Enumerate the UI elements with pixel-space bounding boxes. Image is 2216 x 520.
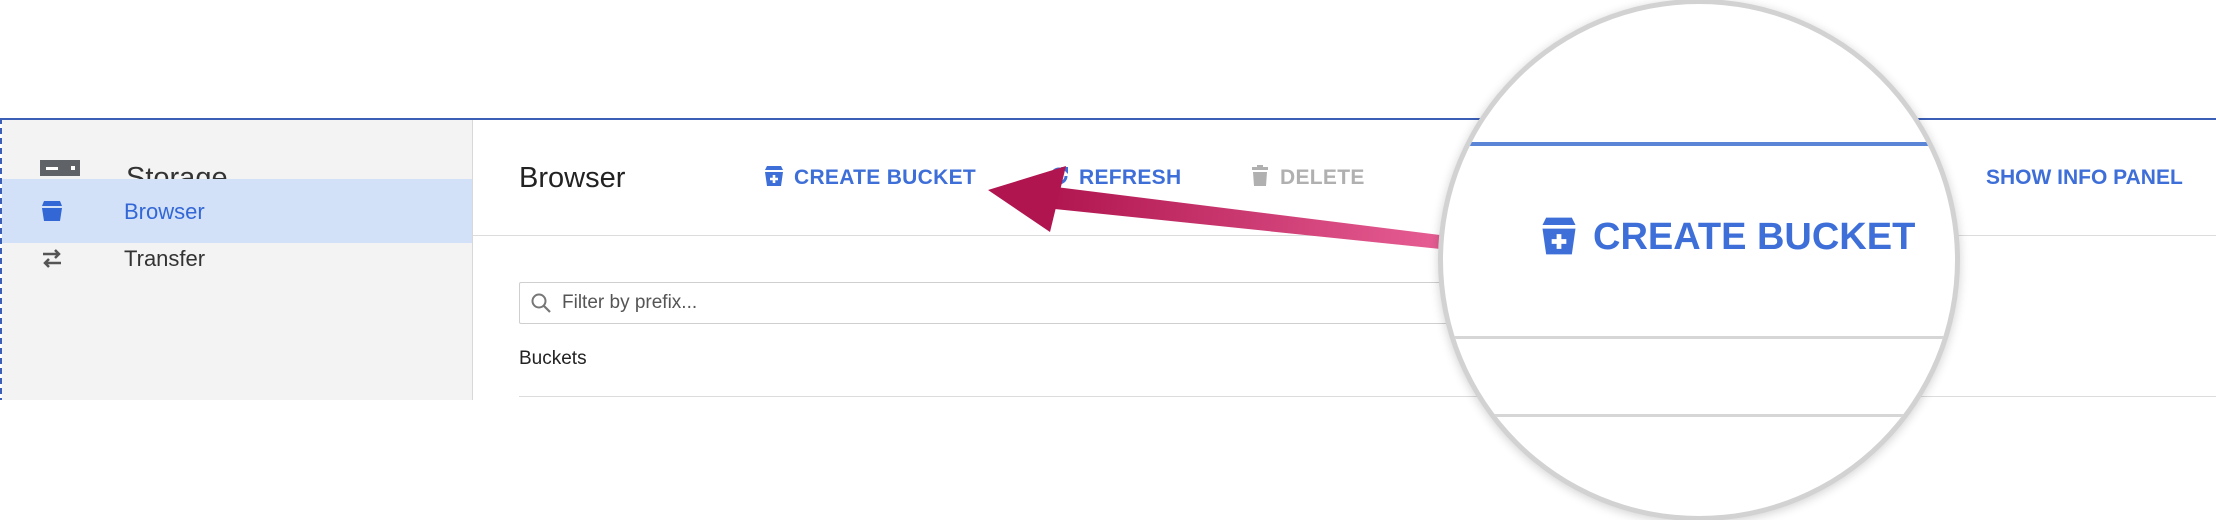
sidebar-item-label: Transfer bbox=[124, 246, 206, 271]
sidebar: Storage Browser Transfer bbox=[2, 120, 473, 400]
sidebar-item-transfer[interactable]: Transfer bbox=[2, 226, 472, 290]
transfer-icon bbox=[43, 249, 61, 268]
delete-label: DELETE bbox=[1280, 166, 1365, 189]
list-divider bbox=[519, 396, 2216, 397]
magnifier-callout: CREATE BUCKET bbox=[1443, 4, 1955, 516]
page-title: Browser bbox=[519, 162, 626, 194]
buckets-heading: Buckets bbox=[519, 348, 587, 369]
bucket-add-icon bbox=[765, 166, 783, 187]
magnifier-divider bbox=[1443, 414, 1955, 417]
delete-button[interactable]: DELETE bbox=[1248, 165, 1365, 190]
header-divider bbox=[473, 235, 2216, 236]
bucket-icon bbox=[42, 201, 62, 221]
magnifier-divider bbox=[1443, 336, 1955, 339]
refresh-label: REFRESH bbox=[1079, 166, 1182, 189]
refresh-button[interactable]: REFRESH bbox=[1047, 166, 1181, 190]
filter-input[interactable]: Filter by prefix... bbox=[519, 282, 1461, 324]
trash-icon bbox=[1252, 165, 1268, 187]
bucket-add-icon bbox=[1542, 217, 1576, 255]
sidebar-item-label: Browser bbox=[124, 199, 205, 224]
magnified-create-bucket-label: CREATE BUCKET bbox=[1593, 216, 1916, 258]
create-bucket-button[interactable]: CREATE BUCKET bbox=[762, 166, 976, 190]
create-bucket-label: CREATE BUCKET bbox=[794, 166, 977, 189]
refresh-icon bbox=[1050, 167, 1068, 185]
magnifier-top-border bbox=[1443, 142, 1955, 146]
magnified-create-bucket-button: CREATE BUCKET bbox=[1537, 216, 1915, 261]
show-info-panel-button[interactable]: SHOW INFO PANEL bbox=[1986, 166, 2183, 190]
search-icon bbox=[531, 293, 551, 313]
filter-placeholder: Filter by prefix... bbox=[562, 292, 698, 313]
